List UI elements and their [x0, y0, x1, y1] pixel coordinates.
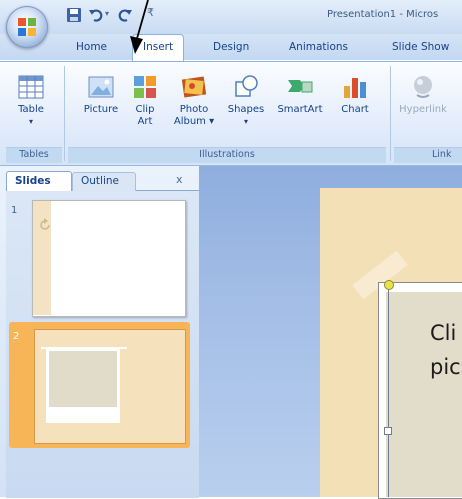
shapes-button[interactable]: Shapes ▾: [224, 66, 268, 128]
table-button[interactable]: Table ▾: [10, 66, 52, 128]
refresh-icon: [40, 218, 50, 230]
smartart-icon: [288, 80, 313, 93]
smartart-label: SmartArt: [277, 104, 323, 115]
shapes-label: Shapes: [227, 104, 265, 115]
slide-number: 1: [11, 205, 18, 216]
office-button[interactable]: [6, 6, 48, 48]
illustrations-group-label: Illustrations: [199, 149, 255, 160]
resize-handle[interactable]: [384, 427, 392, 435]
clip-art-label-line2: Art: [137, 116, 153, 127]
save-icon[interactable]: [66, 7, 82, 23]
rotation-handle[interactable]: [384, 280, 394, 290]
picture-icon: [88, 76, 114, 98]
photo-album-label-line1: Photo: [179, 104, 209, 115]
tables-group-label: Tables: [19, 149, 49, 160]
click-to-add-text-placeholder[interactable]: Cli pic: [430, 316, 461, 384]
placeholder-text-line1: Cli: [430, 321, 457, 345]
hyperlink-button[interactable]: Hyperlink: [398, 66, 448, 116]
thumbnail-tape-line: [41, 347, 127, 349]
tab-home[interactable]: Home: [76, 41, 107, 53]
photo-placeholder-inner: [49, 351, 117, 407]
photo-album-icon: [181, 76, 207, 98]
tab-slides-label: Slides: [15, 175, 51, 187]
picture-button[interactable]: Picture: [78, 66, 124, 116]
office-logo-icon: [18, 18, 36, 36]
placeholder-border-line: [388, 285, 389, 497]
tab-slides[interactable]: Slides: [6, 171, 72, 191]
group-separator: [64, 66, 65, 161]
table-dropdown-icon: ▾: [28, 117, 33, 126]
hyperlink-icon: [414, 76, 432, 98]
tab-design[interactable]: Design: [213, 41, 249, 53]
tab-slide-show[interactable]: Slide Show: [392, 41, 449, 53]
clip-art-icon: [134, 76, 156, 98]
shapes-icon: [235, 75, 258, 97]
table-button-label: Table: [18, 104, 44, 115]
close-pane-icon[interactable]: x: [176, 173, 183, 186]
clip-art-label-line1: Clip: [135, 104, 155, 115]
table-icon: [18, 75, 44, 99]
pointer-arrow-annotation: [130, 0, 149, 54]
placeholder-text-line2: pic: [430, 355, 461, 379]
undo-dropdown-icon[interactable]: ▾: [105, 9, 109, 18]
hyperlink-label: Hyperlink: [399, 104, 447, 115]
smartart-button[interactable]: SmartArt: [276, 66, 324, 116]
chart-icon: [344, 78, 366, 98]
photo-album-button[interactable]: Photo Album ▾: [172, 66, 216, 128]
tab-animations[interactable]: Animations: [289, 41, 348, 53]
group-separator: [390, 66, 391, 161]
photo-album-label-line2: Album ▾: [173, 116, 215, 127]
undo-icon[interactable]: [88, 7, 104, 23]
slide-thumbnail-1[interactable]: [32, 200, 186, 317]
chart-label: Chart: [341, 104, 369, 115]
clip-art-button[interactable]: Clip Art: [128, 66, 162, 128]
window-title: Presentation1 - Micros: [327, 9, 439, 20]
tab-outline[interactable]: Outline: [72, 172, 136, 191]
tab-outline-label: Outline: [81, 175, 119, 187]
chart-button[interactable]: Chart: [338, 66, 372, 116]
links-group-label: Link: [432, 149, 452, 160]
slide-number: 2: [13, 331, 20, 342]
picture-button-label: Picture: [83, 104, 119, 115]
shapes-dropdown-icon: ▾: [243, 117, 248, 126]
